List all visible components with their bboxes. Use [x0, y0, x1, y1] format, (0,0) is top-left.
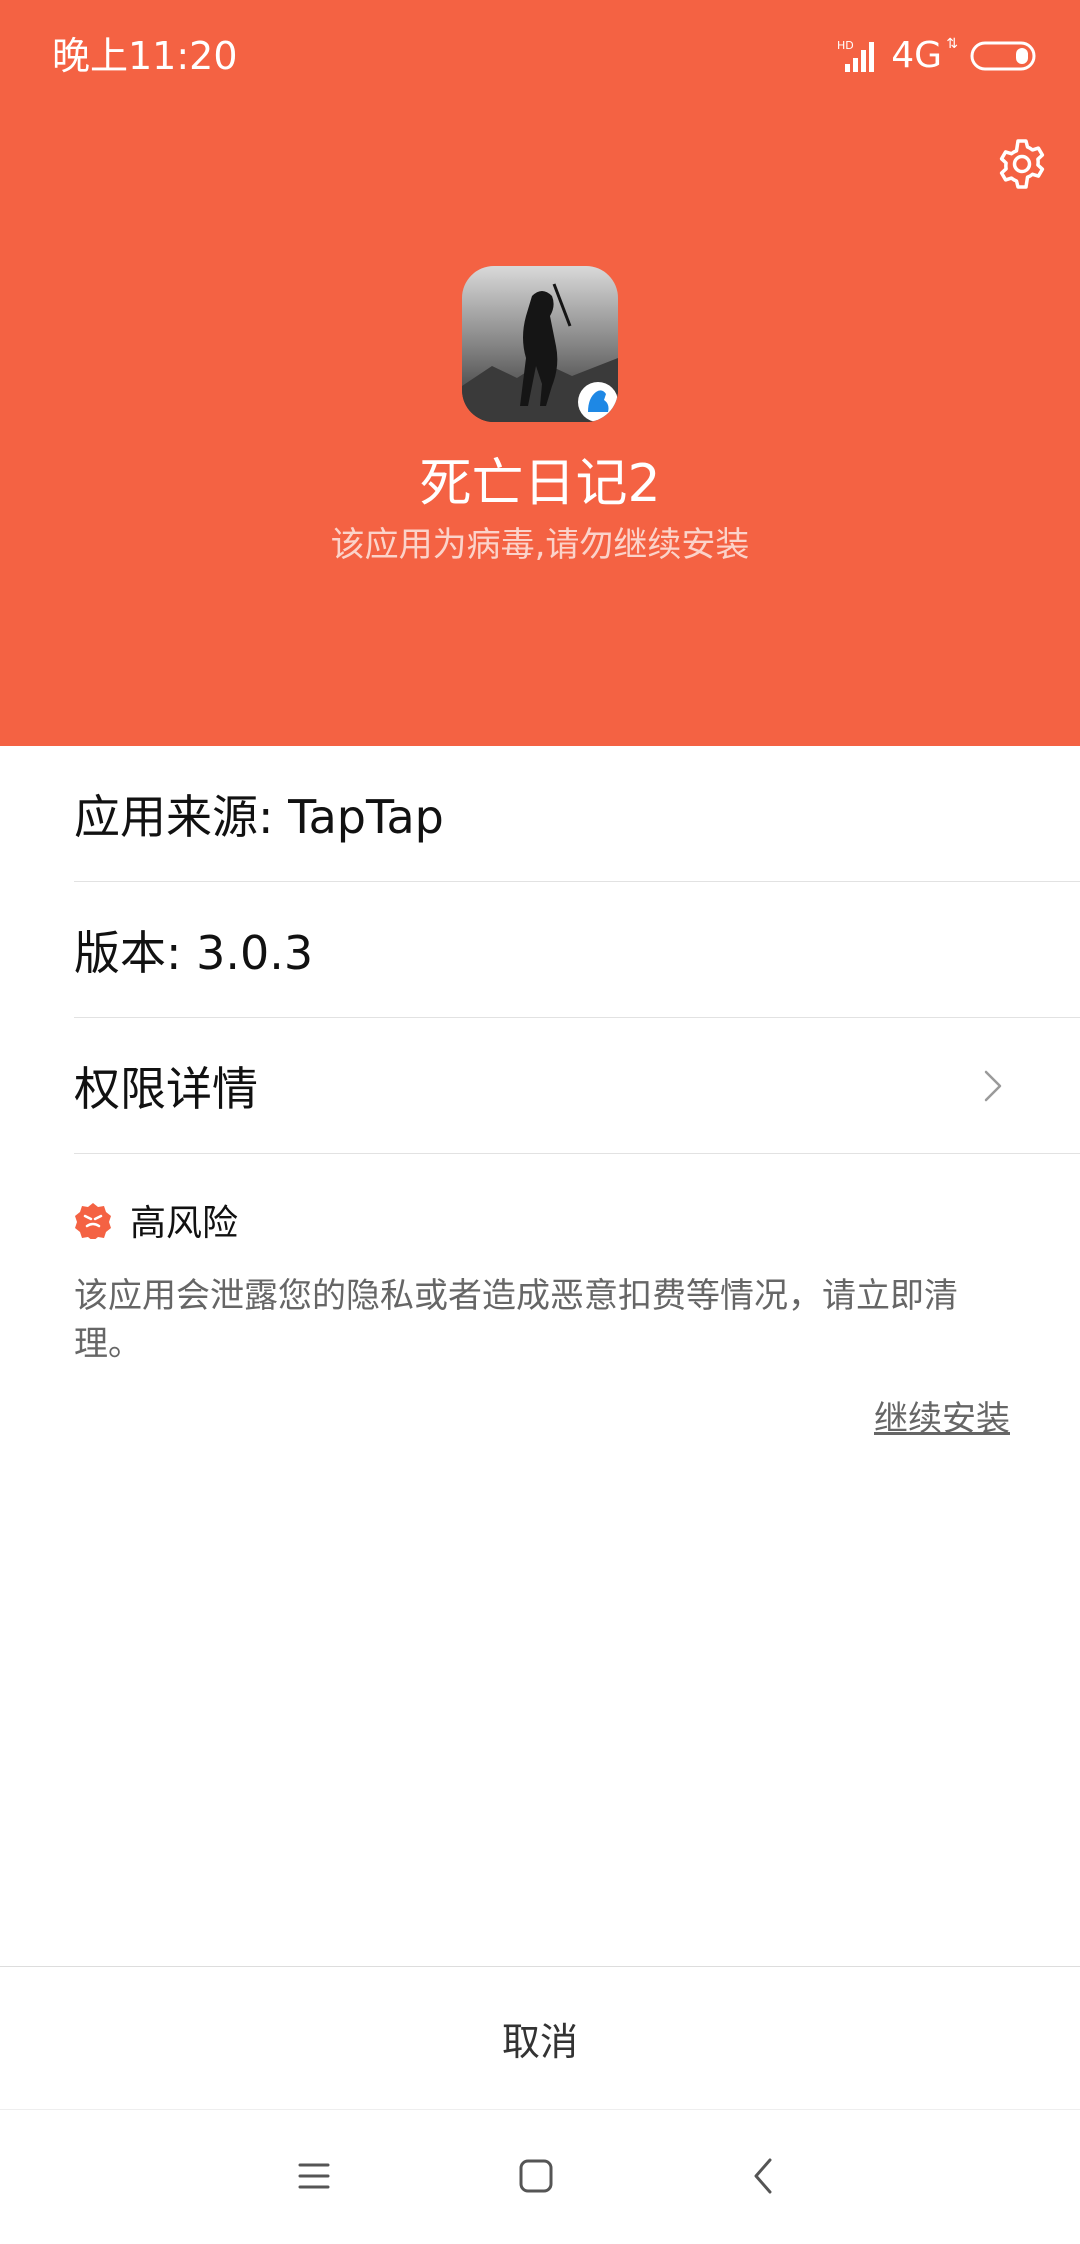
- status-bar: 晚上11:20 HD 4G ⇅: [0, 0, 1080, 112]
- risk-section: 高风险 该应用会泄露您的隐私或者造成恶意扣费等情况，请立即清理。: [74, 1190, 1014, 1368]
- app-name: 死亡日记2: [419, 454, 661, 514]
- status-icons: HD 4G ⇅: [837, 30, 1038, 82]
- virus-warning-text: 该应用为病毒,请勿继续安装: [330, 525, 750, 565]
- risk-level-label: 高风险: [130, 1203, 239, 1244]
- risk-title: 高风险: [74, 1190, 1014, 1250]
- back-icon[interactable]: [728, 2140, 800, 2212]
- permission-details-label: 权限详情: [74, 1061, 258, 1116]
- cancel-label: 取消: [501, 2019, 578, 2064]
- risk-description: 该应用会泄露您的隐私或者造成恶意扣费等情况，请立即清理。: [74, 1276, 958, 1364]
- version-label: 版本: 3.0.3: [74, 925, 314, 980]
- cancel-button[interactable]: 取消: [0, 1966, 1080, 2110]
- settings-gear-icon[interactable]: [994, 136, 1050, 192]
- info-row-version: 版本: 3.0.3: [74, 882, 1080, 1018]
- install-source-badge-icon: [578, 382, 618, 422]
- app-icon: [462, 266, 618, 422]
- home-icon[interactable]: [500, 2140, 572, 2212]
- permission-details-row[interactable]: 权限详情: [74, 1018, 1080, 1154]
- status-time: 晚上11:20: [52, 34, 238, 78]
- data-arrows-icon: ⇅: [946, 36, 958, 52]
- network-label: 4G: [891, 35, 942, 76]
- continue-install-link[interactable]: 继续安装: [874, 1396, 1010, 1442]
- system-nav-bar: [0, 2110, 1080, 2244]
- menu-icon[interactable]: [278, 2140, 350, 2212]
- network-type: 4G ⇅: [891, 34, 958, 78]
- signal-icon: HD: [837, 39, 875, 72]
- risk-shield-icon: [75, 1203, 111, 1239]
- app-info-list: 应用来源: TapTap 版本: 3.0.3 权限详情: [0, 746, 1080, 1154]
- header-banner: 晚上11:20 HD 4G ⇅ 死亡日记2 该应用为病毒,请勿继续安装: [0, 0, 1080, 746]
- chevron-right-icon: [984, 1070, 1002, 1101]
- source-label: 应用来源: TapTap: [74, 789, 444, 844]
- hd-label: HD: [837, 39, 854, 52]
- info-row-source: 应用来源: TapTap: [74, 746, 1080, 882]
- battery-icon: [970, 41, 1036, 71]
